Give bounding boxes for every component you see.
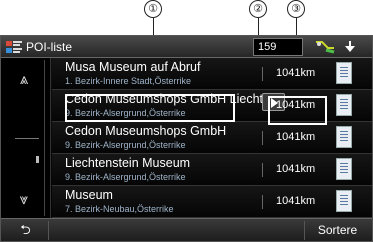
poi-list-item[interactable]: Museum 7. Bezirk-Neubau,Österrike 1041km xyxy=(52,186,372,218)
scroll-down-icon: ⩔ xyxy=(19,190,29,208)
poi-address: 9. Bezirk-Alsergrund,Österrike xyxy=(65,172,186,182)
info-document-button[interactable] xyxy=(336,126,352,148)
info-document-button[interactable] xyxy=(336,158,352,180)
row-divider xyxy=(262,163,263,177)
name-highlight-box xyxy=(65,94,235,122)
poi-name: Cedon Museumshops GmbH xyxy=(65,124,227,138)
poi-name: Museum xyxy=(65,188,113,202)
distance-highlight-box xyxy=(268,96,327,125)
download-arrow-icon xyxy=(345,41,355,52)
result-count: 159 xyxy=(253,38,303,56)
scrollbar-thumb[interactable] xyxy=(36,156,39,163)
sort-button[interactable]: Sortere xyxy=(304,221,370,240)
poi-list-item[interactable]: Cedon Museumshops GmbH 9. Bezirk-Alsergr… xyxy=(52,122,372,154)
scroll-up-button[interactable]: ⩓ xyxy=(9,66,39,92)
callout-2: ② xyxy=(249,0,267,18)
poi-list-item[interactable]: Liechtenstein Museum 9. Bezirk-Alsergrun… xyxy=(52,154,372,186)
callout-3: ③ xyxy=(287,0,305,18)
device-screen: POI-liste 159 ⩓ ⩔ Musa Museum auf Abruf … xyxy=(0,35,373,242)
poi-distance: 1041km xyxy=(276,67,316,79)
callout-1: ① xyxy=(144,0,162,18)
row-divider xyxy=(262,67,263,81)
poi-address: 1. Bezirk-Innere Stadt,Österrike xyxy=(65,76,192,86)
scroll-divider xyxy=(15,138,39,139)
poi-name: Musa Museum auf Abruf xyxy=(65,60,201,74)
scroll-down-button[interactable]: ⩔ xyxy=(9,186,39,212)
scroll-up-icon: ⩓ xyxy=(19,70,29,88)
poi-list: Musa Museum auf Abruf 1. Bezirk-Innere S… xyxy=(52,58,372,218)
poi-address: 7. Bezirk-Neubau,Österrike xyxy=(65,204,174,214)
info-document-button[interactable] xyxy=(336,62,352,84)
back-arrow-icon: ⮌ xyxy=(20,223,31,238)
poi-distance: 1041km xyxy=(276,131,316,143)
bottom-bar: ⮌ Sortere xyxy=(1,218,372,241)
row-divider xyxy=(262,195,263,209)
poi-list-icon xyxy=(6,41,22,53)
info-document-button[interactable] xyxy=(336,190,352,212)
back-button[interactable]: ⮌ xyxy=(3,221,49,240)
poi-distance: 1041km xyxy=(276,163,316,175)
gps-signal-icon xyxy=(316,41,335,54)
poi-list-item[interactable]: Musa Museum auf Abruf 1. Bezirk-Innere S… xyxy=(52,58,372,90)
title-bar: POI-liste 159 xyxy=(1,36,372,58)
scrollbar-track[interactable] xyxy=(44,60,49,216)
page-title: POI-liste xyxy=(26,40,73,54)
row-divider xyxy=(262,131,263,145)
poi-distance: 1041km xyxy=(276,195,316,207)
poi-name: Liechtenstein Museum xyxy=(65,156,191,170)
scroll-column: ⩓ ⩔ xyxy=(1,58,51,218)
info-document-button[interactable] xyxy=(336,94,352,116)
poi-address: 9. Bezirk-Alsergrund,Österrike xyxy=(65,140,186,150)
